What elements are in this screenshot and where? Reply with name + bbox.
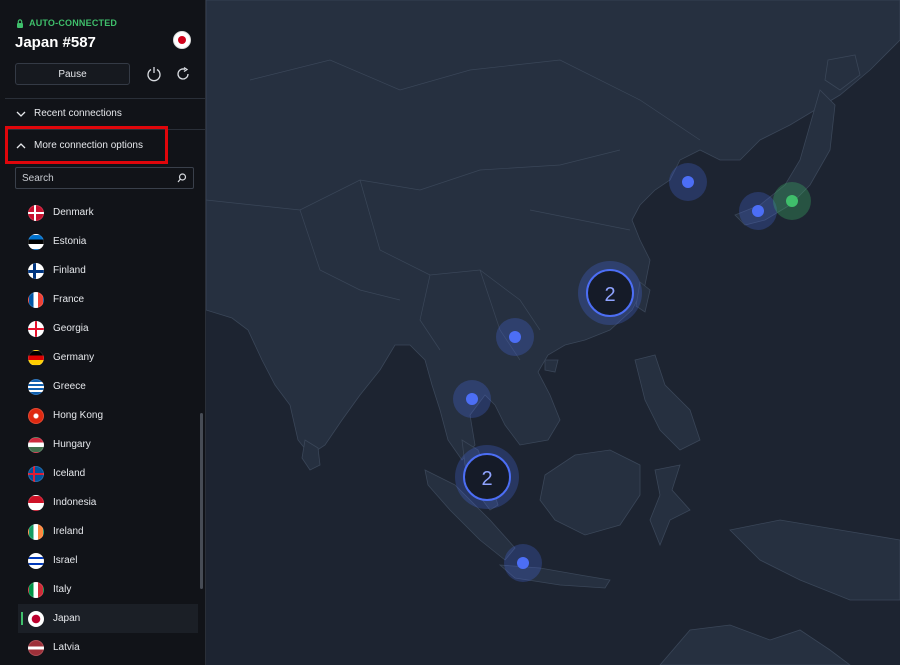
country-name: Estonia	[53, 236, 87, 247]
country-name: Indonesia	[53, 497, 97, 508]
recent-connections-toggle[interactable]: Recent connections	[16, 108, 122, 119]
server-name: Japan #587	[15, 34, 96, 51]
israel-flag-icon	[28, 552, 44, 569]
iceland-flag-icon	[28, 465, 44, 482]
country-name: Hungary	[53, 439, 91, 450]
divider	[5, 98, 205, 99]
country-name: Hong Kong	[53, 410, 104, 421]
country-item-japan[interactable]: Japan	[18, 604, 198, 633]
country-item-italy[interactable]: Italy	[18, 575, 198, 604]
country-item-hungary[interactable]: Hungary	[18, 430, 198, 459]
country-item-greece[interactable]: Greece	[18, 372, 198, 401]
country-name: Italy	[53, 584, 72, 595]
refresh-icon[interactable]	[174, 65, 192, 83]
ireland-flag-icon	[28, 523, 44, 540]
country-item-denmark[interactable]: Denmark	[18, 198, 198, 227]
country-item-israel[interactable]: Israel	[18, 546, 198, 575]
italy-flag-icon	[28, 581, 44, 598]
map-marker-korea[interactable]	[669, 163, 707, 201]
map-marker-indonesia[interactable]	[504, 544, 542, 582]
map-marker-thailand[interactable]	[453, 380, 491, 418]
cluster-count: 2	[481, 468, 492, 490]
chevron-down-icon	[16, 111, 26, 117]
country-name: Ireland	[53, 526, 84, 537]
country-item-hong-kong[interactable]: Hong Kong	[18, 401, 198, 430]
country-name: Germany	[53, 352, 95, 363]
finland-flag-icon	[28, 262, 44, 279]
country-name: Denmark	[53, 207, 94, 218]
indonesia-flag-icon	[28, 494, 44, 511]
search-input[interactable]: Search	[15, 167, 194, 189]
country-item-estonia[interactable]: Estonia	[18, 227, 198, 256]
map-marker-japan-connected[interactable]	[773, 182, 811, 220]
sidebar: AUTO-CONNECTED Japan #587 Pause Recent c…	[0, 0, 206, 665]
search-placeholder: Search	[22, 172, 54, 184]
latvia-flag-icon	[28, 639, 44, 656]
denmark-flag-icon	[28, 204, 44, 221]
scrollbar[interactable]	[200, 413, 203, 589]
map-marker-japan-south[interactable]	[739, 192, 777, 230]
country-list: Denmark Estonia Finland France Georgia G…	[18, 198, 198, 662]
hong-kong-flag-icon	[28, 407, 44, 424]
country-item-ireland[interactable]: Ireland	[18, 517, 198, 546]
cluster-count: 2	[604, 284, 615, 306]
hungary-flag-icon	[28, 436, 44, 453]
greece-flag-icon	[28, 378, 44, 395]
connection-status: AUTO-CONNECTED	[16, 18, 117, 28]
france-flag-icon	[28, 291, 44, 308]
country-name: Finland	[53, 265, 86, 276]
estonia-flag-icon	[28, 233, 44, 250]
japan-flag-icon	[173, 31, 191, 49]
search-icon	[177, 173, 187, 183]
lock-icon	[17, 18, 23, 28]
georgia-flag-icon	[28, 320, 44, 337]
country-item-latvia[interactable]: Latvia	[18, 633, 198, 662]
highlight-box	[5, 126, 168, 164]
country-name: Latvia	[53, 642, 80, 653]
germany-flag-icon	[28, 349, 44, 366]
country-item-germany[interactable]: Germany	[18, 343, 198, 372]
country-item-georgia[interactable]: Georgia	[18, 314, 198, 343]
japan-flag-icon	[28, 610, 44, 627]
country-name: France	[53, 294, 85, 305]
country-item-france[interactable]: France	[18, 285, 198, 314]
country-item-finland[interactable]: Finland	[18, 256, 198, 285]
recent-connections-label: Recent connections	[34, 108, 122, 119]
map-cluster-hong-kong[interactable]: 2	[578, 261, 642, 325]
country-item-iceland[interactable]: Iceland	[18, 459, 198, 488]
country-name: Israel	[53, 555, 78, 566]
status-label: AUTO-CONNECTED	[29, 18, 118, 28]
country-name: Greece	[53, 381, 86, 392]
country-name: Georgia	[53, 323, 89, 334]
power-icon[interactable]	[145, 65, 163, 83]
map-marker-vietnam[interactable]	[496, 318, 534, 356]
country-name: Iceland	[53, 468, 86, 479]
map-cluster-singapore[interactable]: 2	[455, 445, 519, 509]
country-name: Japan	[53, 613, 81, 624]
country-item-indonesia[interactable]: Indonesia	[18, 488, 198, 517]
pause-button[interactable]: Pause	[15, 63, 130, 85]
